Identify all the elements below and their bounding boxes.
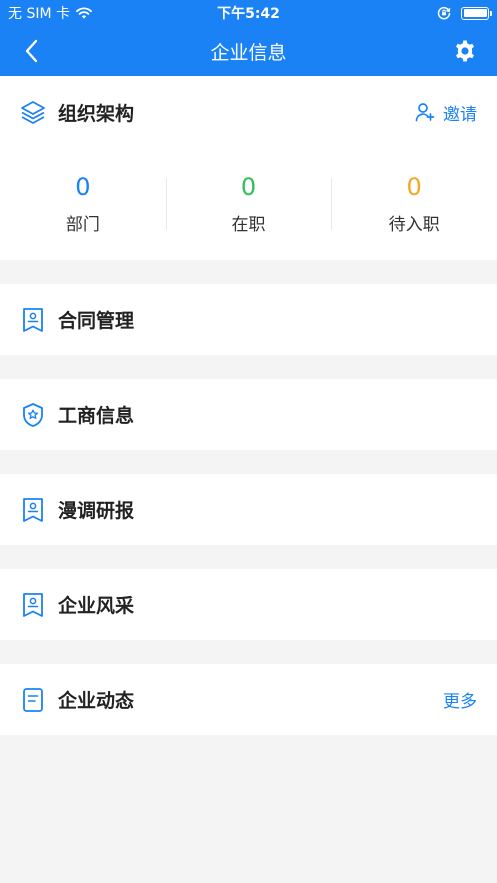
gear-icon[interactable] [453, 39, 477, 63]
carrier-group: 无 SIM 卡 [8, 3, 92, 23]
status-right [437, 6, 492, 20]
stat-employed[interactable]: 0 在职 [165, 172, 332, 235]
org-stats: 0 部门 0 在职 0 待入职 [0, 148, 497, 260]
stat-pending[interactable]: 0 待入职 [331, 172, 497, 235]
header: 无 SIM 卡 下午5:42 企业信息 [0, 0, 497, 76]
menu-item-label: 漫调研报 [58, 500, 135, 522]
carrier-label: 无 SIM 卡 [8, 6, 70, 22]
stat-value: 0 [406, 173, 422, 201]
stat-departments[interactable]: 0 部门 [0, 172, 166, 235]
wifi-icon [76, 7, 92, 19]
menu-item-business-info[interactable]: 工商信息 [0, 379, 497, 450]
nav-bar: 企业信息 [0, 26, 497, 76]
menu-item-showcase[interactable]: 企业风采 [0, 569, 497, 640]
stat-value: 0 [75, 173, 91, 201]
news-icon [20, 687, 46, 713]
contract-icon [20, 307, 46, 333]
menu-item-label: 企业风采 [58, 595, 135, 617]
rotation-lock-icon [437, 6, 451, 20]
status-bar: 无 SIM 卡 下午5:42 [0, 0, 497, 26]
menu-item-label: 工商信息 [58, 405, 135, 427]
org-header: 组织架构 邀请 [0, 76, 497, 148]
org-card: 组织架构 邀请 0 部门 0 在职 0 待入职 [0, 76, 497, 260]
stat-label: 待入职 [388, 215, 440, 235]
add-user-icon [415, 103, 435, 122]
battery-icon [461, 6, 492, 20]
back-button[interactable] [18, 38, 44, 64]
invite-button[interactable]: 邀请 [415, 100, 477, 125]
badge-icon [20, 402, 46, 428]
menu-item-label: 合同管理 [58, 310, 135, 332]
more-link[interactable]: 更多 [443, 687, 477, 712]
layers-icon [21, 101, 45, 124]
menu-item-contracts[interactable]: 合同管理 [0, 284, 497, 355]
stat-label: 部门 [65, 215, 100, 235]
stat-label: 在职 [231, 215, 266, 235]
menu-item-research-report[interactable]: 漫调研报 [0, 474, 497, 545]
invite-label: 邀请 [443, 104, 477, 125]
org-title: 组织架构 [58, 102, 135, 125]
showcase-icon [20, 592, 46, 618]
page-title: 企业信息 [210, 41, 287, 64]
chevron-left-icon [25, 39, 38, 63]
menu-item-label: 企业动态 [58, 690, 135, 712]
menu-item-news[interactable]: 企业动态 更多 [0, 664, 497, 735]
report-icon [20, 497, 46, 523]
stat-value: 0 [240, 173, 257, 201]
